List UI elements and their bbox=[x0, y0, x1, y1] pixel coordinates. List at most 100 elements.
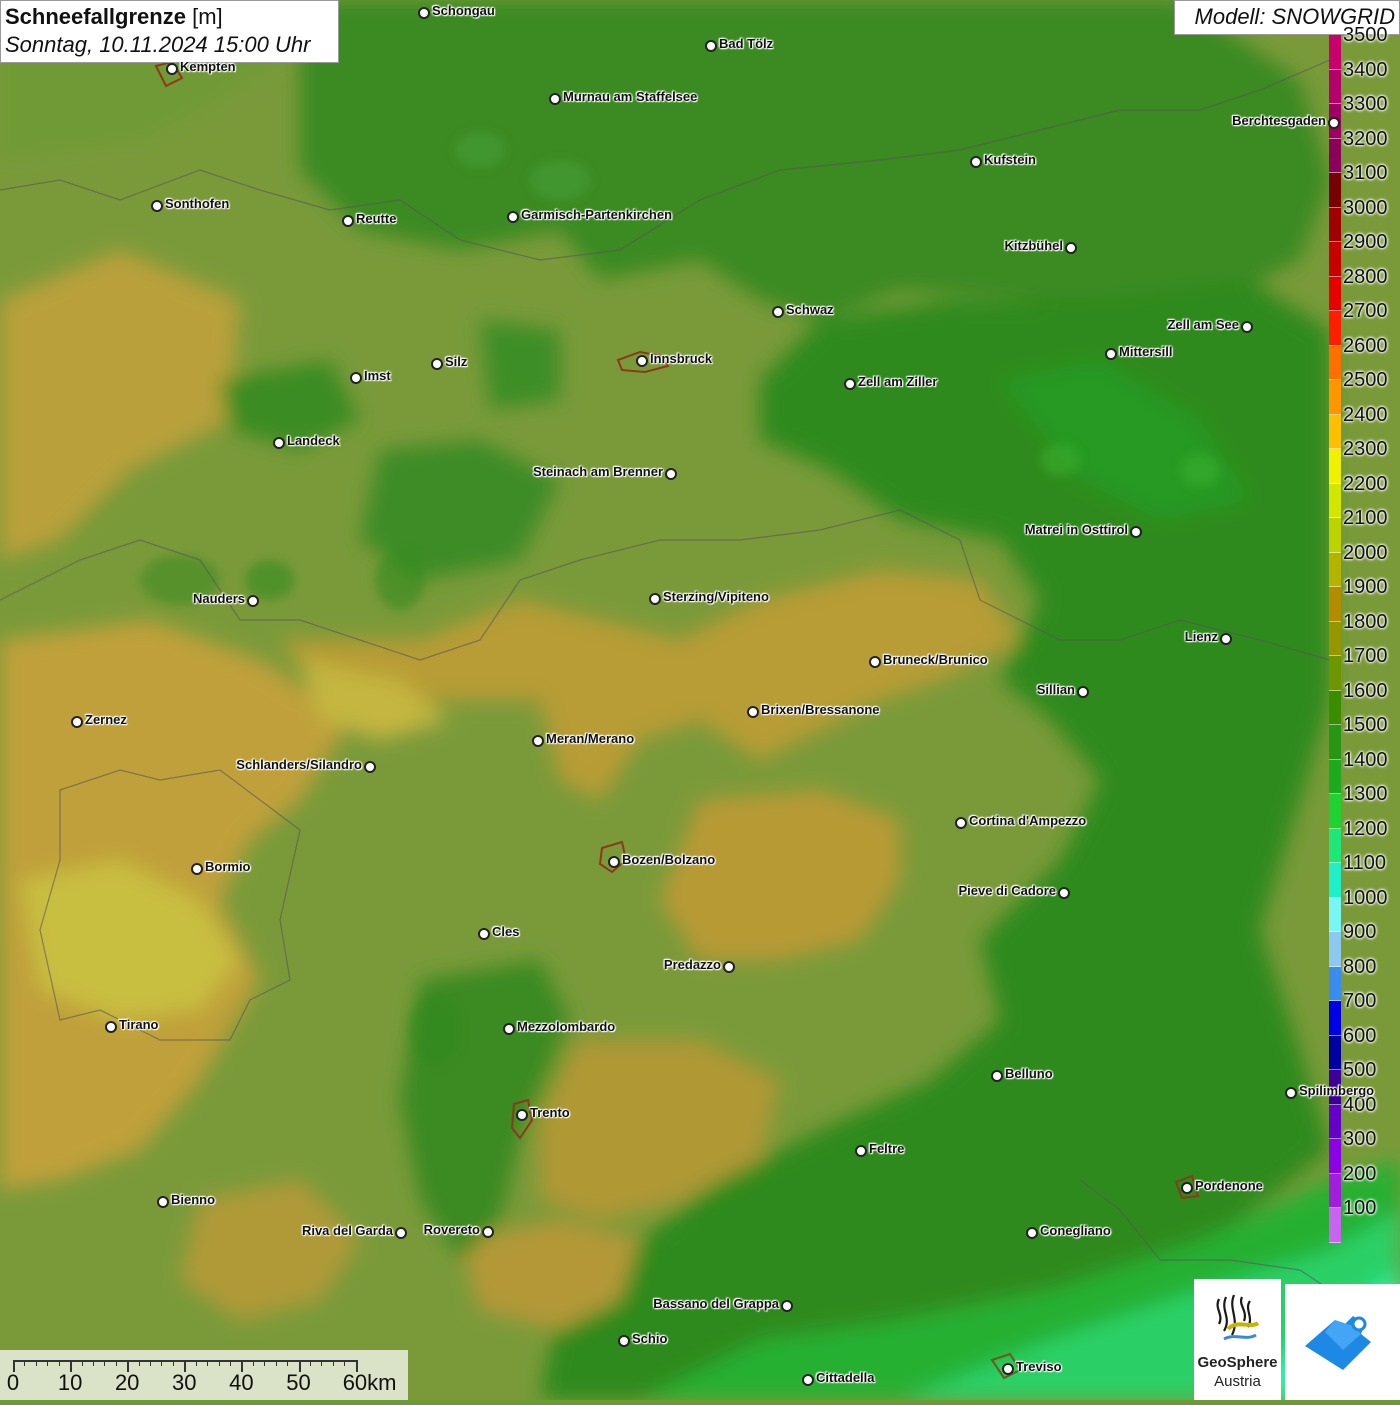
city-dot-icon bbox=[503, 1023, 515, 1035]
legend-swatch bbox=[1329, 759, 1341, 794]
city-dot-icon bbox=[970, 156, 982, 168]
legend-label: 300 bbox=[1343, 1128, 1377, 1150]
city-label: Schwaz bbox=[786, 302, 834, 317]
legend-swatch bbox=[1329, 656, 1341, 691]
city-dot-icon bbox=[1065, 242, 1077, 254]
legend-swatch bbox=[1329, 311, 1341, 346]
scale-minor-tick bbox=[252, 1360, 254, 1366]
legend-label: 2800 bbox=[1343, 265, 1388, 288]
legend-swatch bbox=[1329, 449, 1341, 484]
legend-swatch bbox=[1329, 794, 1341, 829]
city-dot-icon bbox=[549, 93, 561, 105]
scale-label: 40 bbox=[229, 1370, 254, 1395]
map-title-box: Schneefallgrenze [m] Sonntag, 10.11.2024… bbox=[0, 0, 339, 63]
city-label: Bienno bbox=[171, 1192, 216, 1207]
city-dot-icon bbox=[1077, 686, 1089, 698]
scale-minor-tick bbox=[275, 1360, 277, 1366]
city-dot-icon bbox=[665, 468, 677, 480]
city-label: Cittadella bbox=[816, 1370, 875, 1385]
scale-minor-tick bbox=[207, 1360, 209, 1366]
city-label: Treviso bbox=[1016, 1359, 1062, 1374]
legend-swatch bbox=[1329, 483, 1341, 518]
legend-swatch bbox=[1329, 518, 1341, 553]
legend-swatch bbox=[1329, 1173, 1341, 1208]
city-label: Nauders bbox=[192, 591, 245, 606]
city-dot-icon bbox=[247, 595, 259, 607]
scale-minor-tick bbox=[24, 1360, 26, 1366]
legend-label: 3200 bbox=[1343, 127, 1388, 150]
scale-bar: 0 10 20 30 40 50 60km bbox=[0, 1350, 408, 1400]
scale-minor-tick bbox=[332, 1360, 334, 1366]
legend-label: 3500 bbox=[1343, 24, 1388, 46]
legend-swatch bbox=[1329, 276, 1341, 311]
city-label: Conegliano bbox=[1040, 1223, 1111, 1238]
city-dot-icon bbox=[608, 856, 620, 868]
scale-minor-tick bbox=[287, 1360, 289, 1366]
geosphere-logo[interactable]: GeoSphere Austria bbox=[1194, 1279, 1281, 1400]
city-dot-icon bbox=[166, 63, 178, 75]
city-dot-icon bbox=[482, 1226, 494, 1238]
city-label: Berchtesgaden bbox=[1232, 113, 1326, 128]
city-label: Kufstein bbox=[984, 152, 1036, 167]
legend-label: 3300 bbox=[1343, 93, 1388, 115]
scale-label: 0 bbox=[6, 1370, 20, 1395]
city-label: Sonthofen bbox=[165, 196, 230, 211]
city-dot-icon bbox=[1130, 526, 1142, 538]
city-label: Reutte bbox=[356, 211, 397, 226]
city-label: Rovereto bbox=[423, 1222, 480, 1237]
city-dot-icon bbox=[507, 211, 519, 223]
scale-label: 30 bbox=[172, 1370, 197, 1395]
city-label: Mittersill bbox=[1119, 344, 1173, 359]
city-label: Schlanders/Silandro bbox=[236, 757, 362, 772]
city-label: Zell am Ziller bbox=[858, 374, 938, 389]
legend-label: 2600 bbox=[1343, 334, 1388, 357]
city-dot-icon bbox=[618, 1335, 630, 1347]
city-label: Bassano del Grappa bbox=[653, 1296, 779, 1311]
city-dot-icon bbox=[395, 1227, 407, 1239]
city-label: Meran/Merano bbox=[546, 731, 635, 746]
city-label: Zernez bbox=[85, 712, 127, 727]
city-label: Brixen/Bressanone bbox=[761, 702, 880, 717]
city-dot-icon bbox=[772, 306, 784, 318]
city-dot-icon bbox=[273, 437, 285, 449]
city-label: Lienz bbox=[1184, 629, 1218, 644]
city-label: Schio bbox=[632, 1331, 668, 1346]
city-dot-icon bbox=[1241, 321, 1253, 333]
city-label: Cortina d'Ampezzo bbox=[969, 813, 1087, 828]
city-label: Kempten bbox=[180, 59, 236, 74]
city-dot-icon bbox=[747, 706, 759, 718]
legend-label: 1900 bbox=[1343, 576, 1388, 598]
scale-minor-tick bbox=[150, 1360, 152, 1366]
legend-label: 200 bbox=[1343, 1162, 1377, 1185]
city-label: Kitzbühel bbox=[1004, 238, 1064, 253]
city-dot-icon bbox=[151, 200, 163, 212]
scale-minor-tick bbox=[161, 1360, 163, 1366]
legend-label: 500 bbox=[1343, 1059, 1377, 1081]
scale-minor-tick bbox=[58, 1360, 60, 1366]
legend-swatch bbox=[1329, 345, 1341, 380]
city-label: Schongau bbox=[432, 3, 495, 18]
legend-label: 2000 bbox=[1343, 541, 1388, 564]
city-label: Zell am See bbox=[1167, 317, 1239, 332]
legend-label: 2200 bbox=[1343, 472, 1388, 495]
scale-label: 10 bbox=[57, 1370, 83, 1395]
city-label: Tirano bbox=[119, 1017, 159, 1032]
city-label: Murnau am Staffelsee bbox=[563, 89, 698, 104]
legend-label: 800 bbox=[1343, 955, 1377, 978]
city-dot-icon bbox=[855, 1145, 867, 1157]
legend-swatch bbox=[1329, 1035, 1341, 1070]
city-label: Cles bbox=[492, 924, 520, 939]
city-dot-icon bbox=[649, 593, 661, 605]
city-dot-icon bbox=[532, 735, 544, 747]
scale-minor-tick bbox=[344, 1360, 346, 1366]
city-label: Feltre bbox=[869, 1141, 905, 1156]
city-dot-icon bbox=[342, 215, 354, 227]
legend-item: 100 bbox=[1329, 1197, 1400, 1243]
weather-app-icon bbox=[1305, 1316, 1371, 1370]
legend-swatch bbox=[1329, 173, 1341, 208]
scale-minor-tick bbox=[229, 1360, 231, 1366]
city-label: Matrei in Osttirol bbox=[1024, 522, 1128, 537]
city-dot-icon bbox=[1058, 887, 1070, 899]
legend-label: 700 bbox=[1343, 990, 1377, 1012]
weather-app-logo[interactable] bbox=[1285, 1284, 1400, 1400]
